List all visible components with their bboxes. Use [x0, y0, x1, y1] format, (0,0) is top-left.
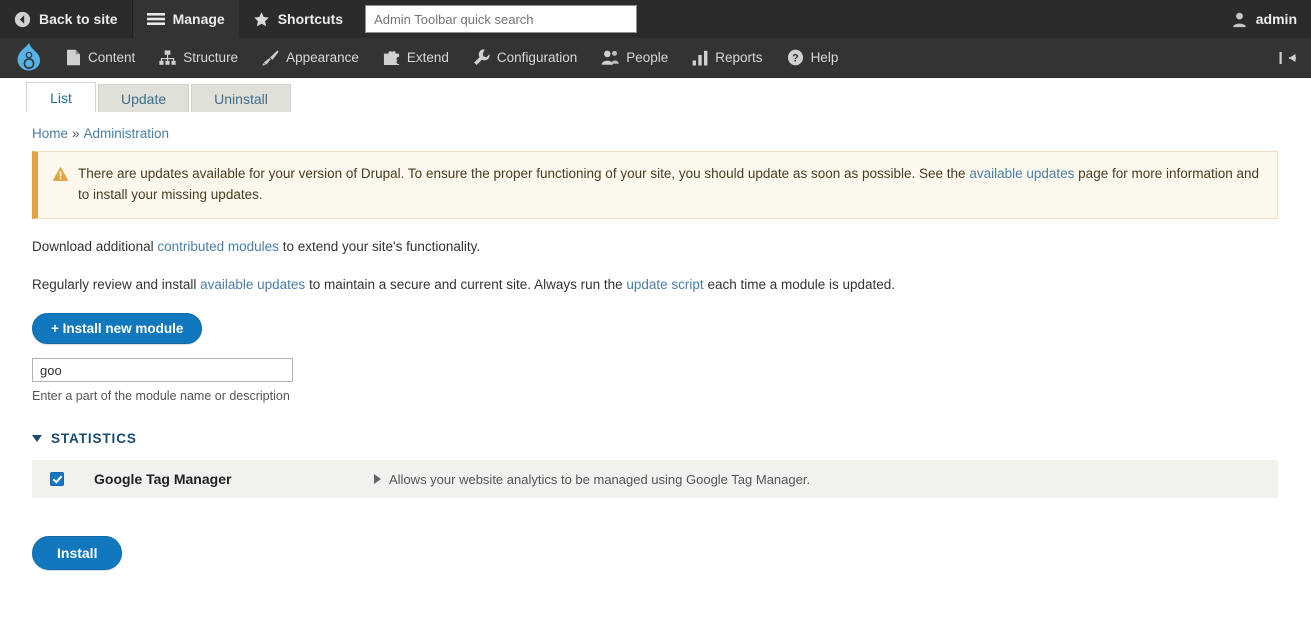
- warning-text-before: There are updates available for your ver…: [78, 166, 966, 181]
- drupal-logo-icon: [16, 42, 42, 73]
- menu-item-structure[interactable]: Structure: [147, 38, 250, 77]
- menu-item-reports-label: Reports: [715, 50, 763, 65]
- available-updates-link-2[interactable]: available updates: [200, 277, 305, 292]
- manage-label: Manage: [172, 11, 225, 27]
- tab-uninstall-label: Uninstall: [214, 90, 268, 107]
- tab-uninstall[interactable]: Uninstall: [191, 84, 291, 112]
- update-script-link[interactable]: update script: [626, 277, 703, 292]
- tab-update[interactable]: Update: [98, 84, 190, 112]
- person-icon: [1231, 11, 1248, 28]
- menu-item-configuration-label: Configuration: [496, 50, 578, 65]
- question-mark-icon: ?: [787, 49, 804, 66]
- caret-right-icon: [374, 474, 381, 485]
- menu-item-content-label: Content: [88, 50, 136, 65]
- module-filter-input[interactable]: [32, 358, 293, 383]
- people-icon: [601, 49, 619, 66]
- module-name-label: Google Tag Manager: [94, 471, 232, 488]
- shortcuts-button[interactable]: Shortcuts: [239, 0, 357, 38]
- admin-menu-bar: Content Structure Appearance Extend Conf…: [0, 38, 1311, 78]
- section-title-statistics: STATISTICS: [51, 431, 137, 447]
- section-header-statistics[interactable]: STATISTICS: [32, 431, 1279, 446]
- table-row: Google Tag Manager Allows your website a…: [32, 460, 1278, 499]
- caret-down-icon: [32, 435, 42, 443]
- menu-item-help-label: Help: [810, 50, 839, 65]
- module-enable-checkbox[interactable]: [50, 472, 64, 487]
- paintbrush-icon: [262, 49, 279, 66]
- tab-list-label: List: [50, 89, 72, 106]
- page-content: Home » Administration There are updates av…: [0, 112, 1311, 571]
- p2-text-middle: to maintain a secure and current site. A…: [308, 277, 623, 293]
- p1-text-after: to extend your site's functionality.: [282, 238, 481, 254]
- admin-toolbar-search-input[interactable]: [365, 5, 638, 33]
- menu-item-appearance-label: Appearance: [286, 50, 359, 65]
- p2-text-before: Regularly review and install: [32, 277, 197, 293]
- hamburger-icon: [146, 12, 165, 26]
- module-description-wrapper[interactable]: Allows your website analytics to be mana…: [374, 472, 810, 487]
- star-icon: [253, 11, 270, 28]
- bar-chart-icon: [692, 50, 708, 66]
- toolbar-right-group: admin: [1217, 0, 1311, 38]
- local-tasks-tabs: List Update Uninstall: [0, 78, 1311, 112]
- warning-triangle-icon: [52, 166, 69, 189]
- back-to-site-label: Back to site: [39, 11, 118, 27]
- menu-item-configuration[interactable]: Configuration: [461, 38, 589, 77]
- install-button[interactable]: Install: [32, 536, 123, 571]
- svg-text:?: ?: [792, 53, 799, 65]
- drupal-logo-link[interactable]: [0, 38, 54, 77]
- p2-text-after: each time a module is updated.: [707, 277, 896, 293]
- menu-item-content[interactable]: Content: [54, 38, 147, 77]
- menu-item-structure-label: Structure: [183, 50, 239, 65]
- module-filter-description: Enter a part of the module name or descr…: [32, 389, 290, 404]
- shortcuts-label: Shortcuts: [277, 11, 344, 27]
- toolbar-search-wrapper: [357, 0, 645, 38]
- warning-message: There are updates available for your ver…: [32, 151, 1278, 219]
- menu-item-reports[interactable]: Reports: [680, 38, 774, 77]
- manage-button[interactable]: Manage: [132, 0, 239, 38]
- breadcrumb: Home » Administration: [32, 112, 1279, 151]
- user-name-label: admin: [1255, 11, 1297, 27]
- breadcrumb-separator: »: [72, 126, 80, 141]
- tab-update-label: Update: [121, 90, 167, 107]
- file-icon: [66, 49, 81, 66]
- admin-toolbar-top: Back to site Manage Shortcuts Admin Tool…: [0, 0, 1311, 38]
- back-arrow-icon: [14, 11, 31, 28]
- paragraph-contributed-modules: Download additional contributed modules …: [32, 237, 1279, 257]
- collapse-toolbar-icon: [1279, 51, 1297, 65]
- install-new-module-button[interactable]: + Install new module: [32, 313, 203, 345]
- paragraph-available-updates: Regularly review and install available u…: [32, 275, 1279, 295]
- wrench-icon: [473, 49, 490, 66]
- back-to-site-button[interactable]: Back to site: [0, 0, 132, 38]
- user-account-button[interactable]: admin: [1217, 0, 1311, 38]
- menu-item-extend[interactable]: Extend: [371, 38, 461, 77]
- menu-item-people[interactable]: People: [589, 38, 680, 77]
- available-updates-link[interactable]: available updates: [969, 166, 1074, 181]
- breadcrumb-administration-link[interactable]: Administration: [84, 126, 170, 141]
- collapse-toolbar-button[interactable]: [1265, 38, 1311, 77]
- module-description-label: Allows your website analytics to be mana…: [389, 471, 811, 487]
- contributed-modules-link[interactable]: contributed modules: [157, 239, 279, 254]
- p1-text-before: Download additional: [32, 238, 154, 254]
- sitemap-icon: [159, 49, 176, 66]
- menu-item-help[interactable]: ? Help: [775, 38, 851, 77]
- breadcrumb-home-link[interactable]: Home: [32, 126, 68, 141]
- menu-item-extend-label: Extend: [406, 50, 449, 65]
- menu-item-people-label: People: [626, 50, 669, 65]
- menu-item-appearance[interactable]: Appearance: [250, 38, 371, 77]
- tab-list[interactable]: List: [26, 82, 96, 112]
- puzzle-piece-icon: [383, 50, 400, 66]
